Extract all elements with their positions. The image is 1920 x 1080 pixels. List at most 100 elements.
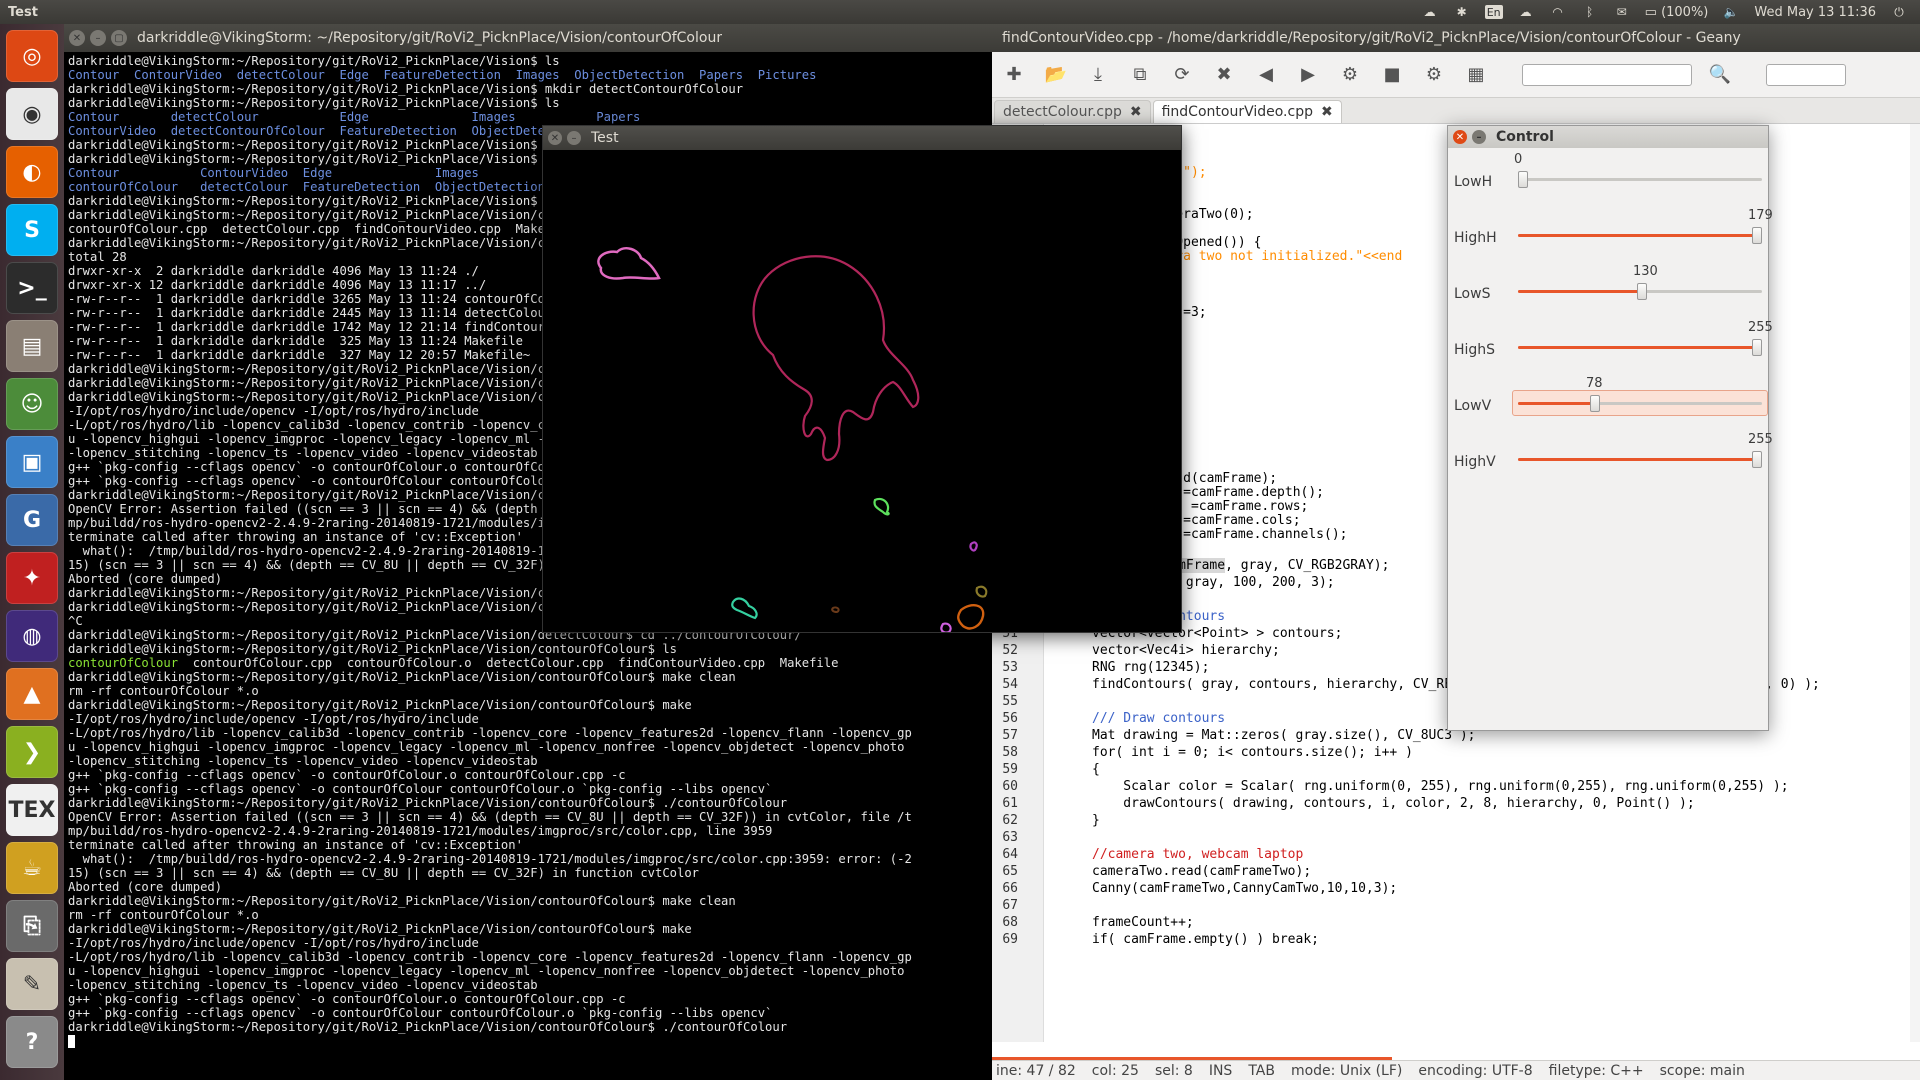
wifi-icon[interactable]: ◠ (1549, 5, 1567, 19)
dropbox-icon[interactable]: ☁ (1421, 5, 1439, 19)
control-window[interactable]: ✕ – Control LowH 0 HighH 179 LowS 130 HighS 255… (1447, 125, 1773, 731)
help-icon[interactable]: ? (6, 1016, 58, 1068)
goto-line-input[interactable] (1766, 63, 1846, 86)
test-title: Test (591, 130, 619, 146)
slider-highh[interactable]: HighH 179 (1448, 208, 1773, 264)
line-number: 66 (1002, 881, 1018, 896)
terminal-icon[interactable]: >_ (6, 262, 58, 314)
slider-track[interactable] (1518, 283, 1762, 300)
terminal-line: 15) (scn == 3 || scn == 4) && (depth == … (68, 866, 700, 880)
code-text: cameraTwo.read(camFrameTwo); (1092, 864, 1312, 879)
firefox-icon[interactable]: ◐ (6, 146, 58, 198)
android-icon[interactable]: ☺ (6, 378, 58, 430)
minimize-button[interactable]: – (567, 131, 581, 145)
editor-icon[interactable]: ✎ (6, 958, 58, 1010)
terminal-line: u -lopencv_highgui -lopencv_imgproc -lop… (68, 964, 905, 978)
close-file-icon[interactable]: ✖ (1210, 61, 1238, 89)
revert-icon[interactable]: ⟳ (1168, 61, 1196, 89)
matlab-icon[interactable]: ▲ (6, 668, 58, 720)
new-file-icon[interactable]: ✚ (1000, 61, 1028, 89)
color-chooser-icon[interactable]: ▦ (1462, 61, 1490, 89)
files-icon[interactable]: ▤ (6, 320, 58, 372)
ubuntu-icon[interactable]: ◎ (6, 30, 58, 82)
mail-icon[interactable]: ✉ (1613, 5, 1631, 19)
line-number: 59 (1002, 762, 1018, 777)
arrow-icon[interactable]: ❯ (6, 726, 58, 778)
run-icon[interactable]: ⚙ (1420, 61, 1448, 89)
geany-titlebar[interactable]: findContourVideo.cpp - /home/darkriddle/… (992, 24, 1920, 52)
minimize-button[interactable]: – (1472, 130, 1486, 144)
slider-lows[interactable]: LowS 130 (1448, 264, 1768, 320)
slider-fill (1518, 290, 1642, 293)
terminal-line: darkriddle@VikingStorm:~/Repository/git/… (68, 670, 736, 684)
volume-icon[interactable]: 🔈 (1722, 5, 1740, 19)
g-icon[interactable]: G (6, 494, 58, 546)
forward-icon[interactable]: ▶ (1294, 61, 1322, 89)
slider-knob[interactable] (1752, 339, 1762, 356)
maximize-button[interactable]: ▢ (111, 30, 127, 46)
slider-knob[interactable] (1637, 283, 1647, 300)
contour-violet (940, 622, 952, 634)
bluetooth-icon[interactable]: ᛒ (1581, 5, 1599, 19)
status-encoding: encoding: UTF-8 (1418, 1062, 1533, 1079)
skype-icon[interactable]: S (6, 204, 58, 256)
code-line: 59 { (992, 761, 1099, 778)
tex-icon[interactable]: TEX (6, 784, 58, 836)
slider-label: HighV (1454, 454, 1496, 470)
slider-track[interactable] (1518, 171, 1762, 188)
close-button[interactable]: ✕ (69, 30, 85, 46)
power-icon[interactable]: ⏻ (1890, 5, 1908, 19)
test-titlebar[interactable]: ✕ – Test (543, 126, 1181, 150)
slider-label: LowV (1454, 398, 1492, 414)
build-icon[interactable]: ■ (1378, 61, 1406, 89)
search-icon[interactable]: 🔍 (1706, 61, 1734, 89)
cloud-icon[interactable]: ☁ (1517, 5, 1535, 19)
chrome-icon[interactable]: ◉ (6, 88, 58, 140)
keyboard-layout-indicator[interactable]: En (1484, 5, 1503, 19)
red-bird-icon[interactable]: ✦ (6, 552, 58, 604)
minimize-button[interactable]: – (90, 30, 106, 46)
slider-lowv[interactable]: LowV 78 (1448, 376, 1768, 432)
slider-knob[interactable] (1752, 227, 1762, 244)
save-icon[interactable]: ⤓ (1084, 61, 1112, 89)
clock[interactable]: Wed May 13 11:36 (1754, 5, 1876, 20)
close-tab-icon[interactable]: ✖ (1321, 104, 1333, 120)
terminal-titlebar[interactable]: ✕ – ▢ darkriddle@VikingStorm: ~/Reposito… (64, 24, 992, 52)
close-tab-icon[interactable]: ✖ (1130, 104, 1142, 120)
terminal-line: -lopencv_stitching -lopencv_ts -lopencv_… (68, 978, 538, 992)
save-all-icon[interactable]: ⧉ (1126, 61, 1154, 89)
tab-detectcolour[interactable]: detectColour.cpp ✖ (994, 100, 1151, 123)
slider-knob[interactable] (1590, 395, 1600, 412)
pot-icon[interactable]: ☕ (6, 842, 58, 894)
vertical-scrollbar[interactable] (1910, 124, 1920, 1042)
tab-findcontourvideo[interactable]: findContourVideo.cpp ✖ (1152, 100, 1342, 123)
back-icon[interactable]: ◀ (1252, 61, 1280, 89)
search-input[interactable] (1522, 63, 1692, 86)
battery-indicator[interactable]: ▭ (100%) (1645, 5, 1709, 20)
control-titlebar[interactable]: ✕ – Control (1448, 126, 1768, 148)
slider-track[interactable] (1518, 227, 1762, 244)
line-number: 56 (1002, 711, 1018, 726)
slider-highv[interactable]: HighV 255 (1448, 432, 1773, 488)
slider-highs[interactable]: HighS 255 (1448, 320, 1773, 376)
slider-knob[interactable] (1518, 171, 1528, 188)
test-image-window[interactable]: ✕ – Test (542, 125, 1182, 634)
code-line: 57 Mat drawing = Mat::zeros( gray.size(),… (992, 727, 1475, 744)
open-file-icon[interactable]: 📂 (1042, 61, 1070, 89)
eclipse-icon[interactable]: ◍ (6, 610, 58, 662)
slider-track[interactable] (1518, 339, 1762, 356)
compile-icon[interactable]: ⚙ (1336, 61, 1364, 89)
status-ins: INS (1208, 1062, 1233, 1079)
close-button[interactable]: ✕ (548, 131, 562, 145)
slider-fill (1518, 234, 1757, 237)
contour-large (752, 255, 920, 462)
slider-lowh[interactable]: LowH 0 (1448, 152, 1768, 208)
settings-icon[interactable]: ✱ (1453, 5, 1471, 19)
close-button[interactable]: ✕ (1453, 130, 1467, 144)
slider-knob[interactable] (1752, 451, 1762, 468)
slider-label: HighH (1454, 230, 1497, 246)
slider-track[interactable] (1518, 451, 1762, 468)
cube-icon[interactable]: ▣ (6, 436, 58, 488)
slider-track[interactable] (1518, 395, 1762, 412)
usb-icon[interactable]: ⎘ (6, 900, 58, 952)
